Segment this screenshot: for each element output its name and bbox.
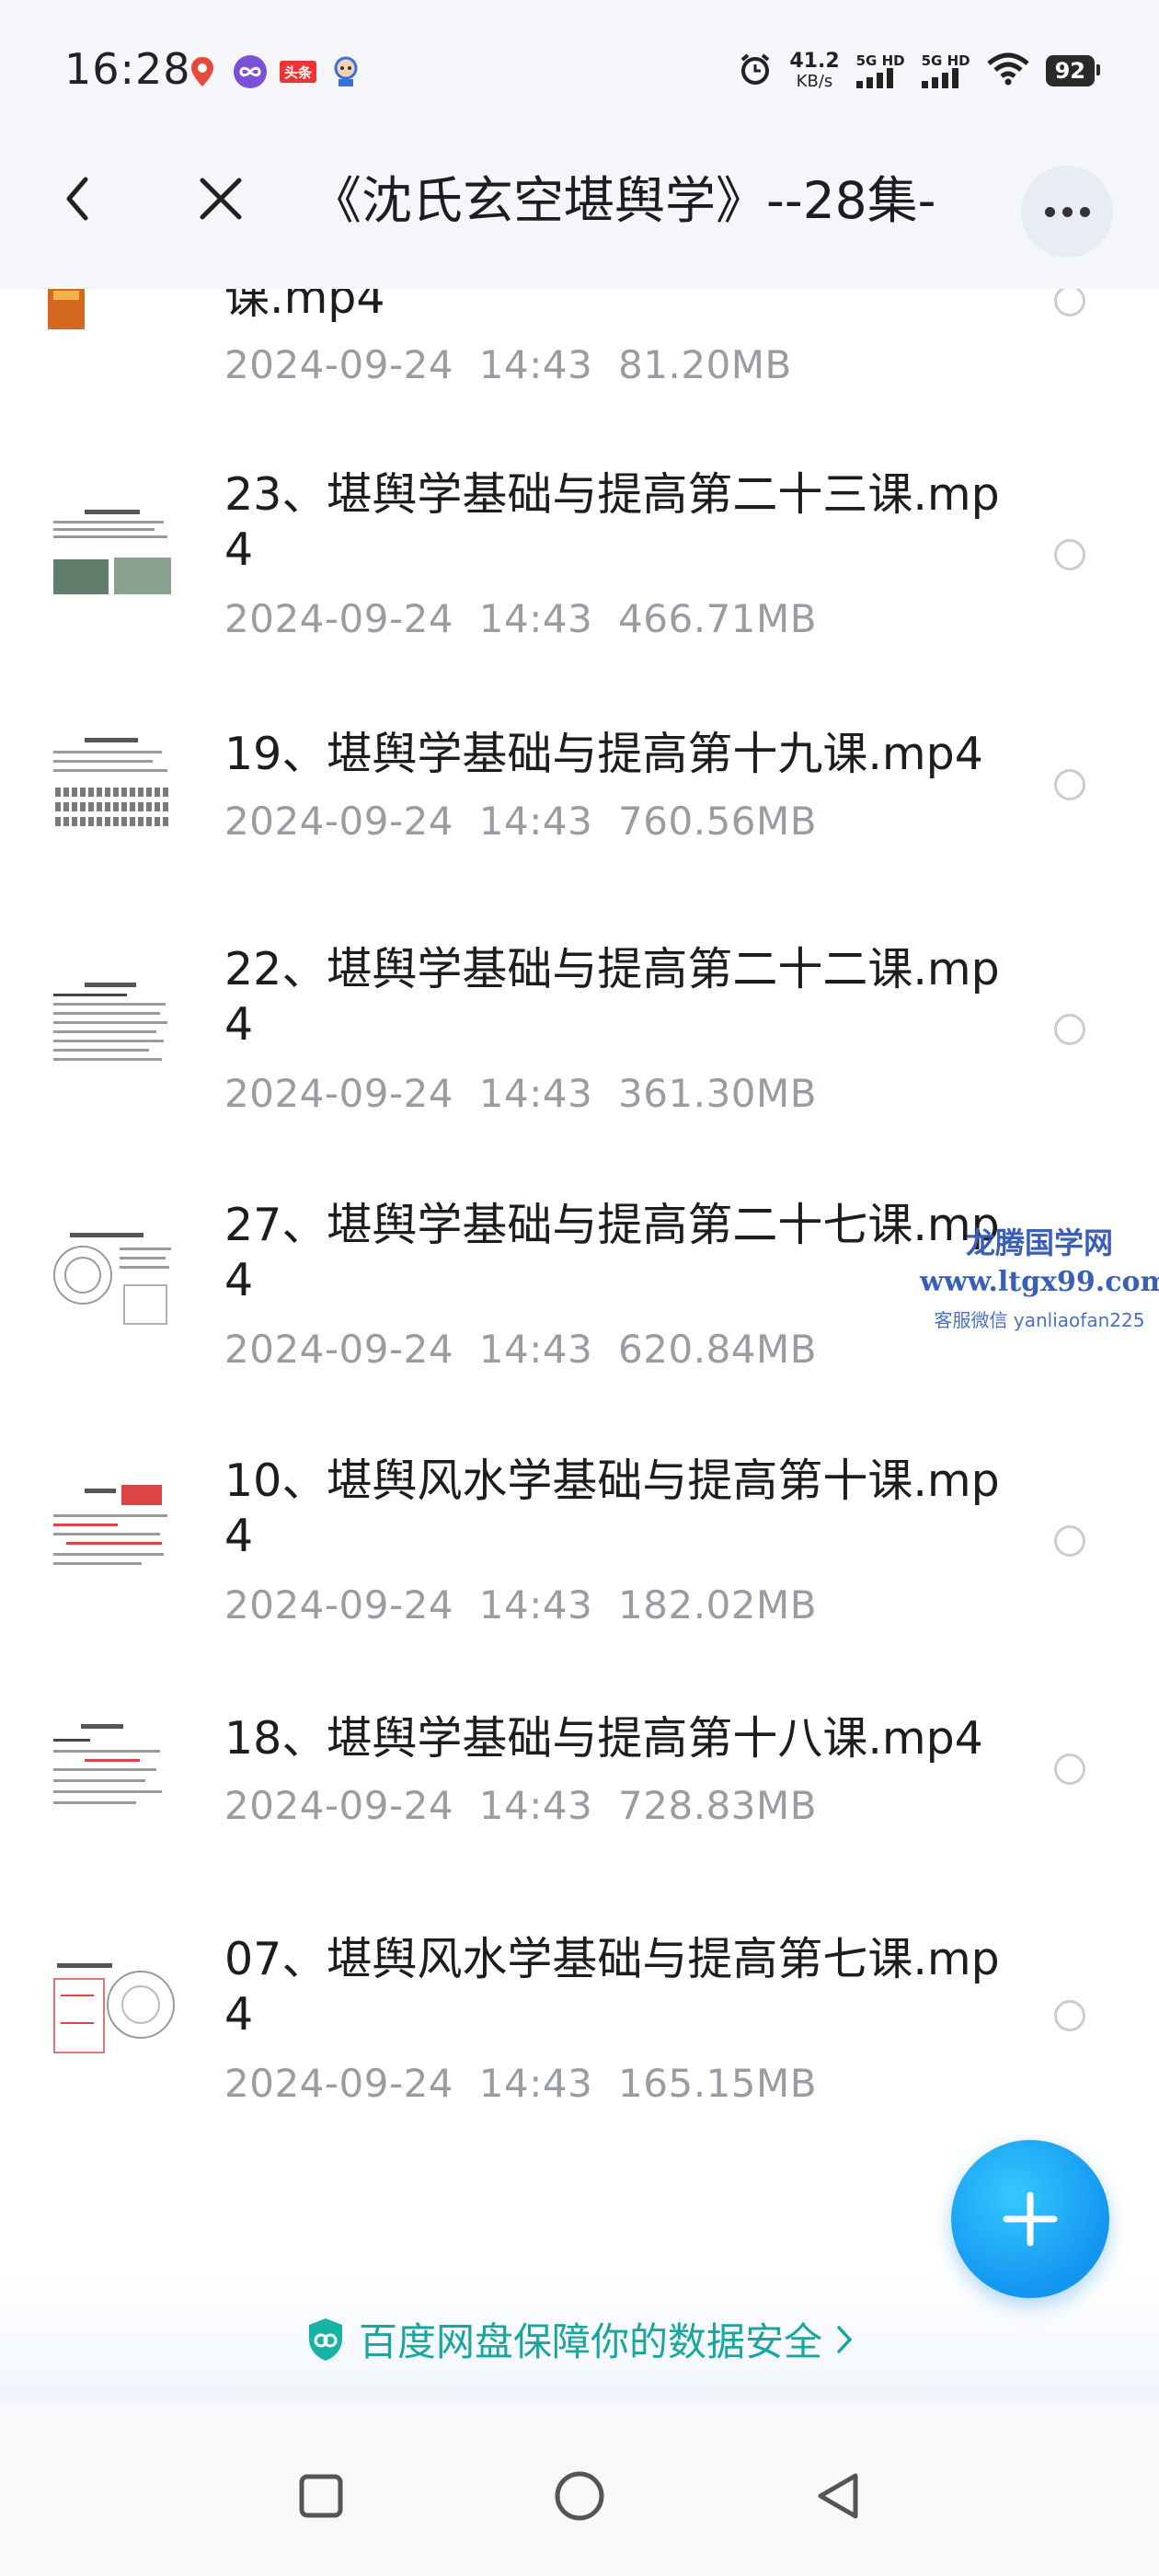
signal-2: 5G HD (921, 53, 970, 88)
watermark-site-name: 龙腾国学网 (965, 1225, 1113, 1260)
more-options-button[interactable] (1021, 166, 1113, 258)
security-banner[interactable]: 百度网盘保障你的数据安全 (0, 2272, 1159, 2401)
status-indicators: 41.2 KB/s 5G HD 5G HD 92 (738, 48, 1101, 94)
watermark-url: www.ltgx99.com (920, 1266, 1159, 1298)
file-meta: 2024-09-24 14:43 728.83MB (224, 1783, 818, 1828)
file-meta: 2024-09-24 14:43 620.84MB (224, 1327, 818, 1372)
avatar-app-icon (329, 53, 362, 90)
home-button[interactable] (547, 2464, 612, 2528)
file-meta: 2024-09-24 14:43 361.30MB (224, 1071, 818, 1116)
wifi-icon (986, 52, 1029, 89)
file-name: 23、堪舆学基础与提高第二十三课.mp4 (224, 468, 1000, 576)
video-thumbnail (48, 1483, 177, 1584)
file-meta: 2024-09-24 14:43 81.20MB (224, 342, 792, 387)
file-name: 18、堪舆学基础与提高第十八课.mp4 (224, 1712, 983, 1765)
toutiao-icon: 头条 (280, 61, 316, 83)
recent-apps-button[interactable] (289, 2464, 353, 2528)
chevron-right-icon (837, 2325, 853, 2353)
plus-icon (1003, 2191, 1058, 2247)
signal-bars-icon (855, 67, 893, 88)
select-radio[interactable] (1054, 1014, 1085, 1045)
dot-icon (1061, 206, 1073, 217)
dot-icon (1079, 206, 1090, 217)
video-thumbnail (48, 732, 177, 834)
file-name: 27、堪舆学基础与提高第二十七课.mp4 (224, 1199, 1000, 1306)
watermark-contact: 客服微信 yanliaofan225 (934, 1309, 1145, 1331)
back-button[interactable] (48, 169, 107, 228)
close-button[interactable] (191, 169, 250, 228)
select-radio[interactable] (1054, 1754, 1085, 1785)
file-meta: 2024-09-24 14:43 182.02MB (224, 1582, 818, 1627)
back-nav-button[interactable] (806, 2464, 870, 2528)
file-name: 07、堪舆风水学基础与提高第七课.mp4 (224, 1933, 1000, 2041)
battery-indicator: 92 (1045, 55, 1101, 86)
video-thumbnail (48, 1958, 177, 2059)
select-radio[interactable] (1054, 285, 1085, 316)
location-pin-icon (186, 53, 219, 90)
video-thumbnail (48, 504, 177, 605)
close-icon (200, 178, 242, 220)
video-thumbnail (48, 1227, 177, 1328)
select-radio[interactable] (1054, 539, 1085, 570)
security-banner-text: 百度网盘保障你的数据安全 (358, 2319, 822, 2364)
top-nav-header: 《沈氏玄空堪舆学》--28集- (0, 114, 1159, 289)
file-name: 22、堪舆学基础与提高第二十二课.mp4 (224, 943, 1000, 1051)
status-time: 16:28 (64, 44, 191, 94)
watermark: 龙腾国学网 www.ltgx99.com 客服微信 yanliaofan225 (920, 1220, 1159, 1332)
chevron-left-icon (66, 177, 88, 221)
file-name: 19、堪舆学基础与提高第十九课.mp4 (224, 728, 983, 780)
network-speed: 41.2 KB/s (789, 50, 840, 91)
page-title: 《沈氏玄空堪舆学》--28集- (311, 171, 936, 230)
shield-icon (308, 2317, 342, 2361)
square-icon (299, 2474, 343, 2518)
system-nav-bar (0, 2401, 1159, 2576)
infinity-app-icon (232, 53, 269, 90)
file-name: 10、堪舆风水学基础与提高第十课.mp4 (224, 1455, 1000, 1562)
select-radio[interactable] (1054, 1525, 1085, 1557)
video-thumbnail (48, 977, 177, 1078)
select-radio[interactable] (1054, 2000, 1085, 2031)
signal-1: 5G HD (855, 53, 905, 88)
alarm-clock-icon (738, 52, 773, 90)
signal-bars-icon (921, 67, 958, 88)
triangle-back-icon (818, 2473, 858, 2519)
dot-icon (1044, 206, 1055, 217)
add-fab-button[interactable] (951, 2140, 1109, 2298)
file-meta: 2024-09-24 14:43 760.56MB (224, 799, 818, 844)
select-radio[interactable] (1054, 769, 1085, 800)
file-meta: 2024-09-24 14:43 466.71MB (224, 596, 818, 641)
circle-icon (555, 2471, 604, 2521)
file-meta: 2024-09-24 14:43 165.15MB (224, 2061, 818, 2106)
video-thumbnail (48, 1719, 177, 1820)
